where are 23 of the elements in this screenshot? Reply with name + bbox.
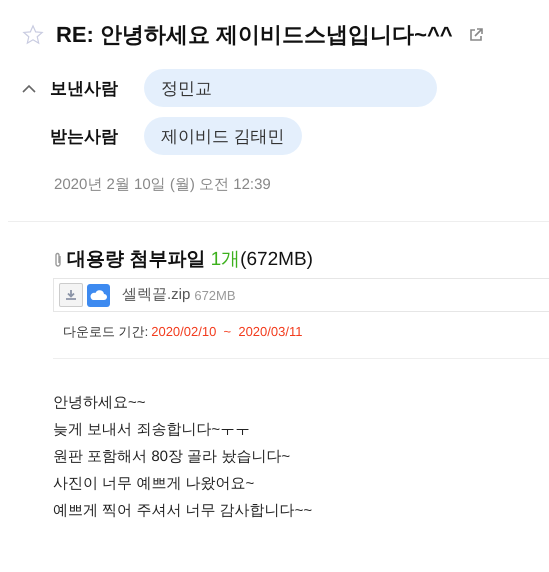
open-external-icon[interactable] bbox=[468, 28, 483, 42]
download-icon bbox=[65, 289, 77, 302]
collapse-caret-icon[interactable] bbox=[22, 84, 36, 93]
body-text-line: 예쁘게 찍어 주셔서 너무 감사합니다~~ bbox=[53, 500, 314, 521]
address-chip[interactable]: 제이비드 김태민 bbox=[144, 117, 302, 156]
body-text-line: 사진이 너무 예쁘게 나왔어요~ bbox=[53, 474, 256, 494]
email-subject: RE: 안녕하세요 제이비드스냅입니다~^^ bbox=[56, 22, 453, 48]
attachment-title: 대용량 첨부파일 1개(672MB) bbox=[67, 248, 313, 272]
body-text-line: 원판 포함해서 80장 골라 놨습니다~ bbox=[53, 446, 292, 467]
download-button[interactable] bbox=[59, 283, 83, 308]
file-name[interactable]: 셀렉끝.zip bbox=[122, 284, 190, 307]
file-size: 672MB bbox=[194, 286, 236, 305]
star-button[interactable] bbox=[22, 24, 44, 46]
header-label: 받는사람 bbox=[50, 126, 119, 148]
download-period: 2020/02/10 ~ 2020/03/11 bbox=[151, 324, 302, 340]
body-text-line: 안녕하세요~~ bbox=[53, 392, 147, 413]
body-text-line: 늦게 보내서 죄송합니다~ㅜㅜ bbox=[53, 420, 252, 440]
download-period-label: 다운로드 기간: bbox=[63, 324, 148, 340]
address-chip[interactable]: 정민교 bbox=[144, 69, 437, 108]
header-label: 보낸사람 bbox=[50, 78, 119, 100]
sent-date: 2020년 2월 10일 (월) 오전 12:39 bbox=[53, 175, 272, 196]
paperclip-icon bbox=[53, 252, 63, 268]
cloud-save-icon[interactable] bbox=[87, 284, 110, 307]
